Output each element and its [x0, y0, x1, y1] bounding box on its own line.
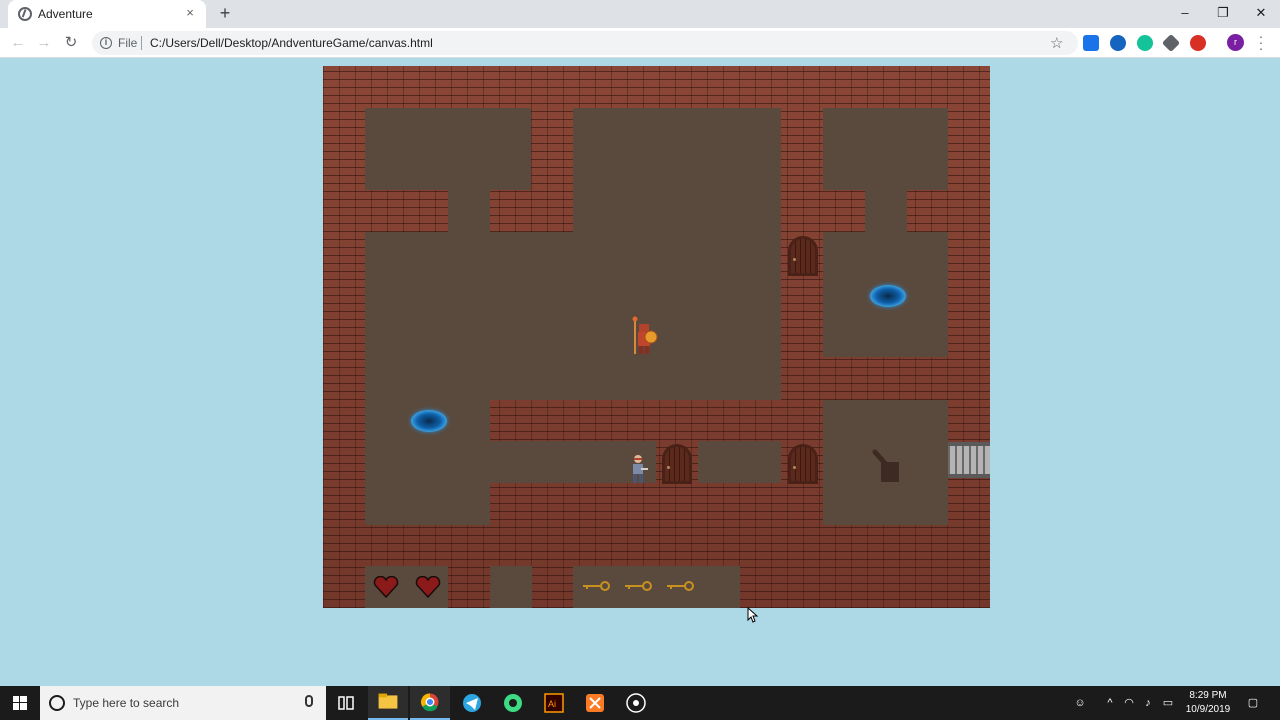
key-icon	[583, 581, 610, 591]
address-separator	[141, 36, 142, 50]
lever-icon[interactable]	[871, 448, 907, 488]
search-placeholder: Type here to search	[73, 696, 180, 710]
bookmark-star-icon[interactable]: ☆	[1050, 34, 1063, 52]
puzzle-extension-icon[interactable]	[1161, 33, 1181, 53]
mouse-cursor-icon	[747, 607, 759, 623]
windows-taskbar: Type here to search Ai ☺ ^ ◠ ♪ ▭ 8:29 PM…	[0, 686, 1280, 720]
maximize-button[interactable]: ❐	[1204, 0, 1242, 26]
address-bar[interactable]: i File C:/Users/Dell/Desktop/AndventureG…	[92, 31, 1078, 55]
obs-icon[interactable]	[616, 686, 656, 720]
player-knight	[632, 316, 658, 354]
corridor-floor	[865, 190, 907, 232]
clock-date: 10/9/2019	[1185, 704, 1231, 715]
tab-close-button[interactable]: ×	[182, 5, 198, 21]
door[interactable]	[788, 236, 818, 276]
info-icon[interactable]: i	[100, 37, 112, 49]
back-button[interactable]: ←	[7, 32, 29, 54]
profile-avatar[interactable]: r	[1227, 34, 1244, 51]
browser-toolbar: ← → ↻ i File C:/Users/Dell/Desktop/Andve…	[0, 28, 1280, 58]
key-icon	[625, 581, 652, 591]
iron-gate[interactable]	[948, 442, 990, 478]
battery-icon[interactable]: ▭	[1158, 686, 1178, 720]
more-options-icon[interactable]: · · ·	[1255, 29, 1267, 55]
screenshot-extension-icon[interactable]	[1083, 35, 1099, 51]
npc-character	[633, 455, 648, 483]
game-canvas[interactable]	[323, 66, 990, 608]
heart-icon	[373, 576, 399, 598]
tab-title: Adventure	[38, 7, 93, 21]
browser-tab-strip: Adventure × + – ❐ ✕	[0, 0, 1280, 28]
key-icon	[667, 581, 694, 591]
door[interactable]	[662, 444, 692, 484]
heart-icon	[415, 576, 441, 598]
tab-adventure[interactable]: Adventure ×	[8, 0, 206, 28]
address-url[interactable]: C:/Users/Dell/Desktop/AndventureGame/can…	[150, 36, 433, 50]
task-view-icon[interactable]	[326, 686, 366, 720]
corridor-floor	[448, 190, 490, 232]
close-window-button[interactable]: ✕	[1242, 0, 1280, 26]
microphone-icon[interactable]	[305, 695, 313, 707]
grammarly-icon[interactable]	[1137, 35, 1153, 51]
android-studio-icon[interactable]	[493, 686, 533, 720]
windows-start-icon[interactable]	[0, 686, 40, 720]
cortana-icon	[49, 695, 65, 711]
notifications-icon[interactable]: ▢	[1242, 686, 1264, 720]
volume-icon[interactable]: ♪	[1138, 686, 1158, 720]
wifi-icon[interactable]: ◠	[1120, 686, 1138, 720]
telegram-icon[interactable]	[452, 686, 492, 720]
illustrator-icon[interactable]: Ai	[534, 686, 574, 720]
file-explorer-icon[interactable]	[368, 686, 408, 720]
xampp-icon[interactable]	[575, 686, 615, 720]
address-scheme: File	[118, 36, 138, 50]
corridor-floor	[698, 441, 781, 483]
clock-time: 8:29 PM	[1189, 690, 1227, 701]
room-floor	[365, 108, 531, 190]
door[interactable]	[788, 444, 818, 484]
room-floor	[573, 108, 781, 232]
minimize-button[interactable]: –	[1166, 0, 1204, 26]
hud-empty-panel	[490, 566, 532, 608]
a-extension-icon[interactable]	[1110, 35, 1126, 51]
reload-button[interactable]: ↻	[60, 32, 82, 54]
room-floor	[365, 232, 781, 400]
chrome-icon[interactable]	[410, 686, 450, 720]
new-tab-button[interactable]: +	[215, 3, 235, 23]
taskbar-clock[interactable]: 8:29 PM 10/9/2019	[1180, 689, 1236, 717]
people-icon[interactable]: ☺	[1068, 686, 1092, 720]
blue-portal[interactable]	[411, 410, 447, 432]
svg-text:Ai: Ai	[548, 699, 556, 709]
blue-portal[interactable]	[870, 285, 906, 307]
room-floor	[823, 108, 948, 190]
forward-button[interactable]: →	[33, 32, 55, 54]
adblock-icon[interactable]	[1190, 35, 1206, 51]
globe-icon	[18, 7, 32, 21]
show-hidden-icons[interactable]: ^	[1100, 686, 1120, 720]
taskbar-search-box[interactable]: Type here to search	[40, 686, 326, 720]
